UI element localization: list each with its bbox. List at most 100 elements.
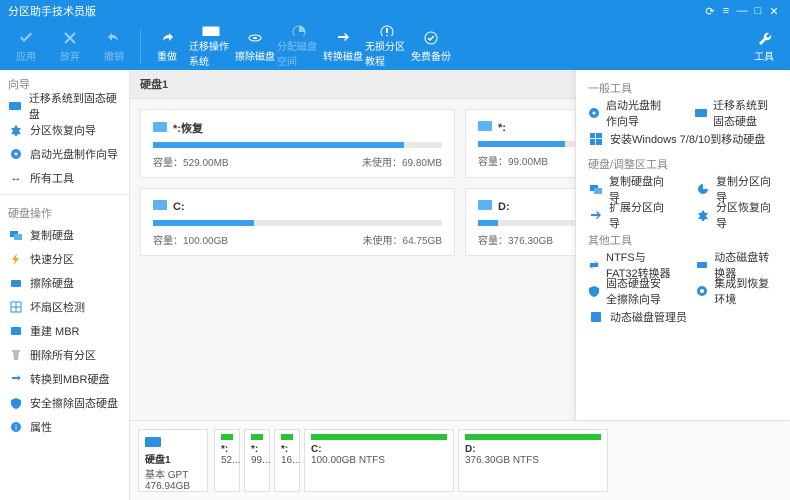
- alloc-free-button[interactable]: 分配磁盘空间: [277, 24, 321, 68]
- sidebar-item-boot-disc[interactable]: 启动光盘制作向导: [0, 142, 129, 166]
- disk-map-block[interactable]: C:100.00GB NTFS: [304, 429, 454, 492]
- maximize-icon[interactable]: □: [750, 5, 766, 17]
- partition-free: 未使用：69.80MB: [362, 154, 442, 169]
- flyout-extend-partition[interactable]: 扩展分区向导: [576, 202, 683, 228]
- block-sub: 52...: [221, 455, 233, 466]
- app-title: 分区助手技术员版: [8, 3, 702, 19]
- partition-capacity: 容量：529.00MB: [153, 154, 229, 169]
- info-icon: i: [8, 421, 24, 433]
- scan-icon: [8, 301, 24, 313]
- usage-bar: [153, 220, 442, 226]
- drive-icon: [153, 121, 167, 136]
- help-icon[interactable]: ≡: [718, 5, 734, 17]
- disk-map-block[interactable]: *:16...: [274, 429, 300, 492]
- windows-icon: [588, 133, 604, 145]
- segment-bar: [281, 434, 293, 440]
- free-backup-button[interactable]: 免费备份: [409, 24, 453, 68]
- flyout-install-windows[interactable]: 安装Windows 7/8/10到移动硬盘: [576, 126, 790, 152]
- recovery-icon: [695, 209, 710, 221]
- partition-name: C:: [173, 201, 185, 213]
- disk-map-block[interactable]: *:99...: [244, 429, 270, 492]
- block-sub: 376.30GB NTFS: [465, 455, 601, 466]
- sidebar-item-convert-mbr[interactable]: 转换到MBR硬盘: [0, 367, 129, 391]
- sidebar-item-properties[interactable]: i属性: [0, 415, 129, 439]
- discard-button[interactable]: 放弃: [48, 24, 92, 68]
- secure-icon: [8, 397, 24, 409]
- block-sub: 99...: [251, 455, 263, 466]
- mbr-icon: [8, 325, 24, 337]
- lossless-tutorial-button[interactable]: 无损分区教程: [365, 24, 409, 68]
- block-label: *:: [221, 444, 233, 455]
- toolbar: 应用 放弃 撤销 重做 迁移操作系统 擦除磁盘 分配磁盘空间 转换磁盘 无损分区…: [0, 22, 790, 70]
- drive-icon: [478, 199, 492, 214]
- segment-bar: [221, 434, 233, 440]
- integrate-icon: [695, 285, 708, 297]
- manager-icon: [588, 311, 604, 323]
- sidebar-item-copy-disk[interactable]: 复制硬盘: [0, 223, 129, 247]
- flyout-migrate-ssd[interactable]: 迁移系统到固态硬盘: [683, 100, 790, 126]
- convert-fs-icon: [588, 259, 600, 271]
- erase-icon: [8, 277, 24, 289]
- drive-icon: [153, 199, 167, 214]
- block-sub: 16...: [281, 455, 293, 466]
- convert-icon: [8, 373, 24, 385]
- block-label: D:: [465, 444, 601, 455]
- main: 硬盘1 *:恢复 容量：529.00MB未使用：69.80MB*: 容量：99.…: [130, 70, 790, 500]
- flyout-recover-partition[interactable]: 分区恢复向导: [683, 202, 790, 228]
- sidebar-item-bad-sector[interactable]: 坏扇区检测: [0, 295, 129, 319]
- block-label: C:: [311, 444, 447, 455]
- sidebar-item-rebuild-mbr[interactable]: 重建 MBR: [0, 319, 129, 343]
- flyout-ssd-secure-erase[interactable]: 固态硬盘安全擦除向导: [576, 278, 683, 304]
- partition-card[interactable]: C: 容量：100.00GB 未使用：64.75GB: [140, 188, 455, 256]
- segment-bar: [311, 434, 447, 440]
- tools-button[interactable]: 工具: [742, 24, 786, 68]
- partition-capacity: 容量：376.30GB: [478, 232, 553, 247]
- erase-disk-button[interactable]: 擦除磁盘: [233, 24, 277, 68]
- arrow-right-icon: ↔: [8, 172, 24, 184]
- sidebar-item-erase-disk[interactable]: 擦除硬盘: [0, 271, 129, 295]
- segment-bar: [251, 434, 263, 440]
- flyout-integrate-recovery[interactable]: 集成到恢复环境: [683, 278, 790, 304]
- apply-button[interactable]: 应用: [4, 24, 48, 68]
- usage-bar: [153, 142, 442, 148]
- partition-capacity: 容量：100.00GB: [153, 232, 228, 247]
- redo-button[interactable]: 重做: [145, 24, 189, 68]
- refresh-icon[interactable]: ⟳: [702, 5, 718, 18]
- partition-card[interactable]: *:恢复 容量：529.00MB 未使用：69.80MB: [140, 109, 455, 178]
- extend-icon: [588, 209, 603, 221]
- copy-partition-icon: [695, 183, 710, 195]
- flyout-dynamic-manager[interactable]: 动态磁盘管理员: [576, 304, 790, 330]
- partition-name: D:: [498, 201, 510, 213]
- disk-map-block[interactable]: *:52...: [214, 429, 240, 492]
- flyout-boot-disc[interactable]: 启动光盘制作向导: [576, 100, 683, 126]
- disc-icon: [8, 148, 24, 160]
- sidebar-item-delete-all[interactable]: 删除所有分区: [0, 343, 129, 367]
- migrate-os-button[interactable]: 迁移操作系统: [189, 24, 233, 68]
- partition-name: *:恢复: [173, 120, 203, 136]
- disk-map-block[interactable]: D:376.30GB NTFS: [458, 429, 608, 492]
- close-icon[interactable]: ✕: [766, 5, 782, 18]
- disk-map: 硬盘1 基本 GPT 476.94GB *:52...*:99...*:16..…: [130, 420, 790, 500]
- recovery-icon: [8, 124, 24, 136]
- partition-capacity: 容量：99.00MB: [478, 153, 548, 168]
- minimize-icon[interactable]: —: [734, 5, 750, 17]
- sidebar-item-all-tools[interactable]: ↔所有工具: [0, 166, 129, 190]
- sidebar-item-quick-partition[interactable]: 快速分区: [0, 247, 129, 271]
- segment-bar: [465, 434, 601, 440]
- partition-free: 未使用：64.75GB: [363, 232, 442, 247]
- titlebar: 分区助手技术员版 ⟳ ≡ — □ ✕: [0, 0, 790, 22]
- disk-info-block[interactable]: 硬盘1 基本 GPT 476.94GB: [138, 429, 208, 492]
- sidebar-item-migrate-ssd[interactable]: 迁移系统到固态硬盘: [0, 94, 129, 118]
- ssd-icon: [8, 100, 23, 112]
- undo-button[interactable]: 撤销: [92, 24, 136, 68]
- secure-icon: [588, 285, 600, 297]
- disk-icon: [145, 436, 161, 448]
- dynamic-icon: [695, 259, 708, 271]
- convert-disk-button[interactable]: 转换磁盘: [321, 24, 365, 68]
- quick-icon: [8, 253, 24, 265]
- body: 向导 迁移系统到固态硬盘 分区恢复向导 启动光盘制作向导 ↔所有工具 硬盘操作 …: [0, 70, 790, 500]
- ssd-icon: [695, 107, 707, 119]
- block-sub: 100.00GB NTFS: [311, 455, 447, 466]
- sidebar-item-secure-erase-ssd[interactable]: 安全擦除固态硬盘: [0, 391, 129, 415]
- disc-icon: [588, 107, 600, 119]
